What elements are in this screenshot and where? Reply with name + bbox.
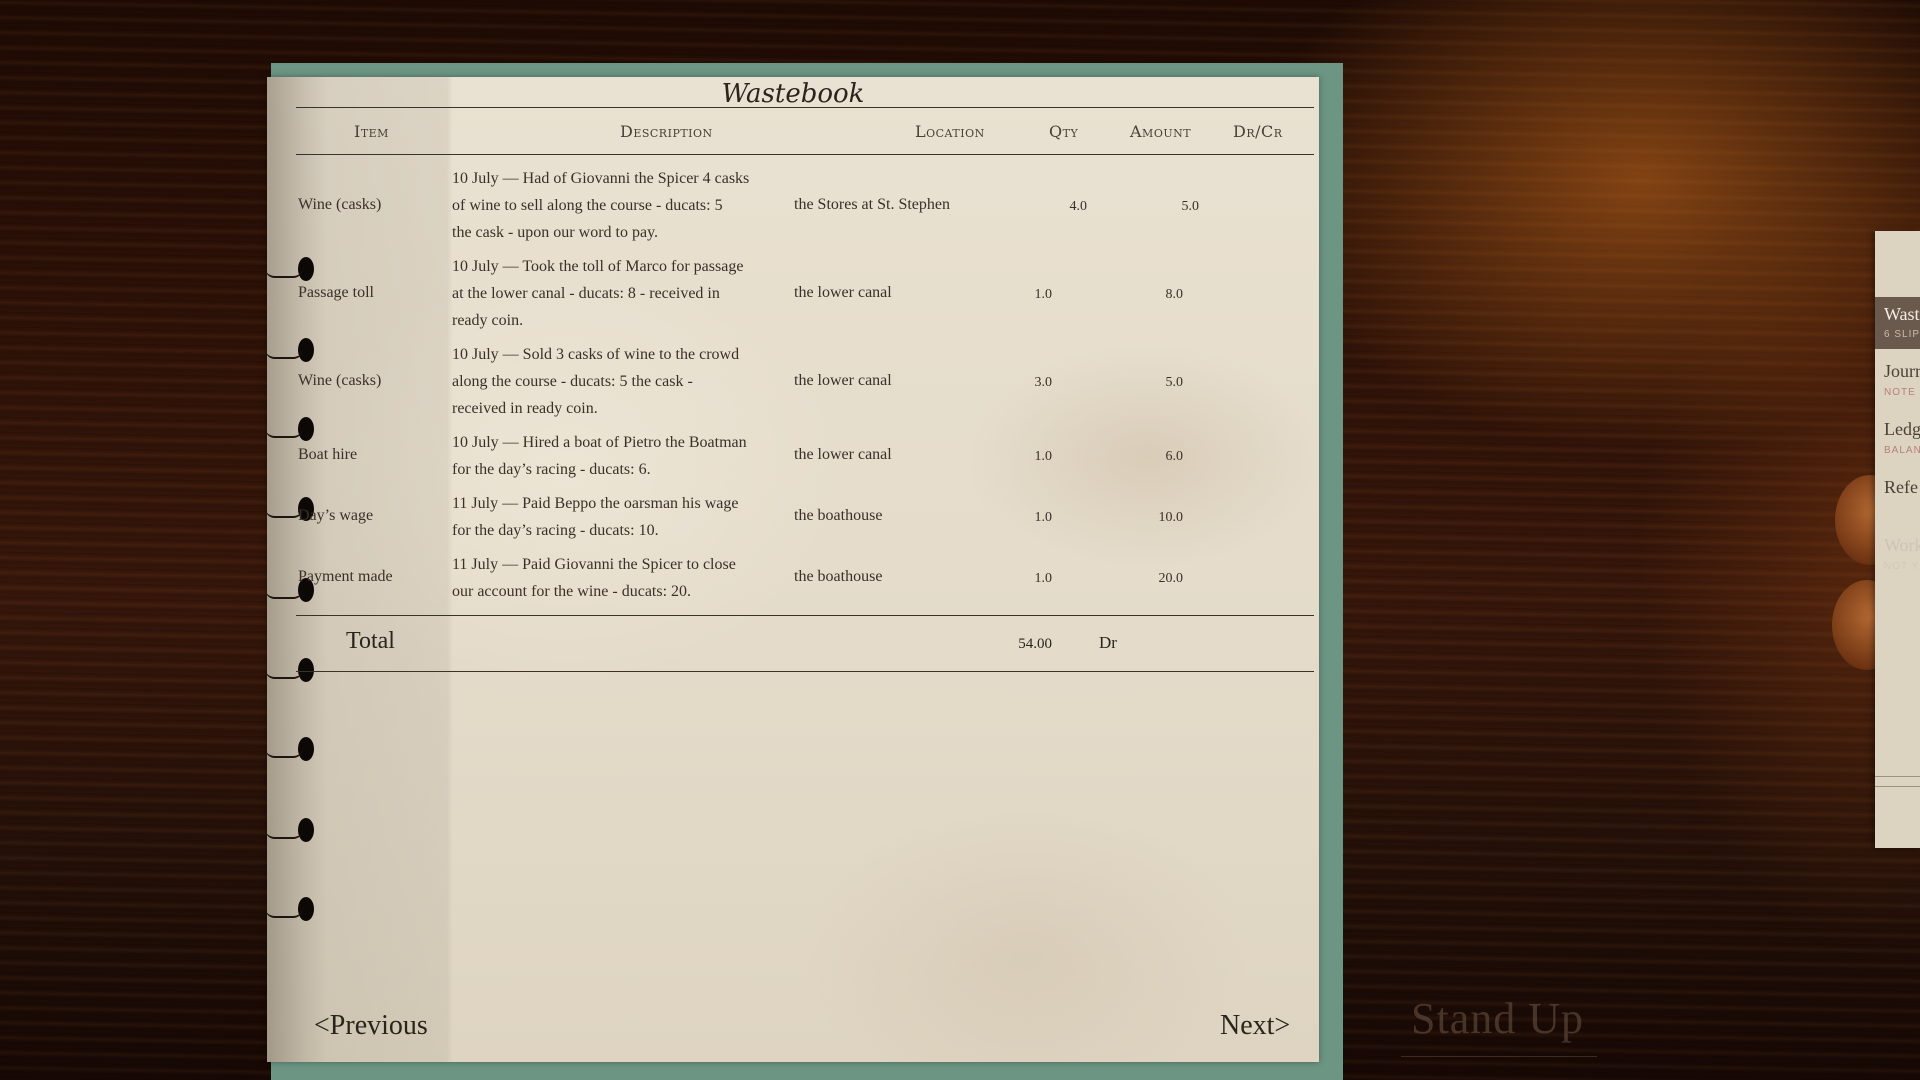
tab-label: Wast [1884, 304, 1920, 324]
description-line: our account for the wine - ducats: 20. [452, 583, 692, 600]
tab-label: Refe [1884, 477, 1918, 497]
tab-sublabel: BALAN [1884, 445, 1920, 456]
row-location: the lower canal [794, 446, 892, 463]
column-header-drcr: Dr/Cr [1233, 122, 1283, 141]
row-item: Wine (casks) [298, 372, 382, 389]
row-qty: 3.0 [1034, 375, 1053, 390]
row-qty: 1.0 [1034, 571, 1053, 586]
description-line: the cask - upon our word to pay. [452, 224, 659, 241]
tab-ledger[interactable]: Ledg BALAN [1875, 413, 1920, 465]
description-line: along the course - ducats: 5 the cask - [452, 373, 693, 390]
tab-work: Work NOT Y [1875, 529, 1920, 581]
stand-up-underline [1401, 1056, 1597, 1057]
next-page-button[interactable]: Next> [1220, 1010, 1290, 1042]
row-item: Wine (casks) [298, 196, 382, 213]
wastebook-page [265, 77, 1319, 1062]
row-amount: 5.0 [1165, 375, 1184, 390]
row-amount: 20.0 [1158, 571, 1184, 586]
total-rule-top [296, 615, 1314, 616]
tab-divider [1875, 786, 1920, 787]
description-line: received in ready coin. [452, 400, 598, 417]
row-location: the lower canal [794, 372, 892, 389]
binder-wire [265, 349, 303, 359]
row-amount: 8.0 [1165, 287, 1184, 302]
description-line: of wine to sell along the course - ducat… [452, 197, 723, 214]
row-amount: 5.0 [1181, 199, 1200, 214]
description-line: 10 July — Had of Giovanni the Spicer 4 c… [452, 170, 750, 187]
row-item: Payment made [298, 568, 393, 585]
tab-journal[interactable]: Jourr NOTE [1875, 355, 1920, 407]
total-drcr: Dr [1099, 633, 1117, 652]
column-header-item: Item [354, 122, 389, 141]
total-value: 54.00 [1018, 636, 1052, 652]
row-description: 11 July — Paid Giovanni the Spicer to cl… [452, 551, 736, 605]
binder-wire [265, 748, 303, 758]
page-title: Wastebook [721, 79, 865, 109]
title-rule [296, 107, 1314, 108]
binder-wire [265, 268, 303, 278]
column-header-description: Description [620, 122, 713, 141]
row-amount: 6.0 [1165, 449, 1184, 464]
column-header-location: Location [915, 122, 985, 141]
tab-label: Work [1884, 535, 1920, 555]
row-location: the lower canal [794, 284, 892, 301]
tab-sublabel: NOTE [1884, 387, 1916, 398]
tab-divider [1875, 776, 1920, 777]
stand-up-button[interactable]: Stand Up [1411, 993, 1584, 1044]
row-description: 10 July — Took the toll of Marco for pas… [452, 253, 743, 334]
row-location: the boathouse [794, 568, 883, 585]
binder-wire [265, 829, 303, 839]
column-header-amount: Amount [1130, 122, 1192, 141]
tab-label: Ledg [1884, 419, 1920, 439]
title-area: Wastebook [267, 0, 1319, 120]
row-qty: 1.0 [1034, 510, 1053, 525]
row-description: 10 July — Sold 3 casks of wine to the cr… [452, 341, 739, 422]
row-amount: 10.0 [1158, 510, 1184, 525]
tab-wastebook[interactable]: Wast 6 SLIP [1875, 297, 1920, 349]
binder-wire [265, 589, 303, 599]
description-line: for the day’s racing - ducats: 6. [452, 461, 651, 478]
description-line: 10 July — Hired a boat of Pietro the Boa… [452, 434, 747, 451]
total-label: Total [346, 628, 395, 654]
tab-sublabel: NOT Y [1884, 561, 1920, 572]
row-qty: 1.0 [1034, 449, 1053, 464]
tab-sublabel: 6 SLIP [1884, 329, 1920, 340]
total-rule-bottom [296, 671, 1314, 672]
row-item: Boat hire [298, 446, 358, 463]
previous-page-button[interactable]: <Previous [314, 1010, 428, 1042]
row-location: the boathouse [794, 507, 883, 524]
description-line: at the lower canal - ducats: 8 - receive… [452, 285, 720, 302]
description-line: 11 July — Paid Giovanni the Spicer to cl… [452, 556, 736, 573]
row-item: Passage toll [298, 284, 374, 301]
description-line: 11 July — Paid Beppo the oarsman his wag… [452, 495, 739, 512]
row-qty: 1.0 [1034, 287, 1053, 302]
description-line: for the day’s racing - ducats: 10. [452, 522, 659, 539]
binder-wire [265, 428, 303, 438]
row-description: 10 July — Had of Giovanni the Spicer 4 c… [452, 165, 749, 246]
row-location: the Stores at St. Stephen [794, 196, 950, 213]
description-line: ready coin. [452, 312, 524, 329]
row-item: Day’s wage [298, 507, 374, 524]
binder-wire [265, 908, 303, 918]
description-line: 10 July — Took the toll of Marco for pas… [452, 258, 744, 275]
row-qty: 4.0 [1069, 199, 1088, 214]
column-header-qty: Qty [1049, 122, 1079, 141]
book-tab-panel: Wast 6 SLIP Jourr NOTE Ledg BALAN Refe W… [1875, 231, 1920, 848]
row-description: 10 July — Hired a boat of Pietro the Boa… [452, 429, 747, 483]
tab-reference[interactable]: Refe [1875, 471, 1920, 521]
header-rule [296, 154, 1314, 155]
row-description: 11 July — Paid Beppo the oarsman his wag… [452, 490, 738, 544]
tab-label: Jourr [1884, 361, 1920, 381]
description-line: 10 July — Sold 3 casks of wine to the cr… [452, 346, 740, 363]
